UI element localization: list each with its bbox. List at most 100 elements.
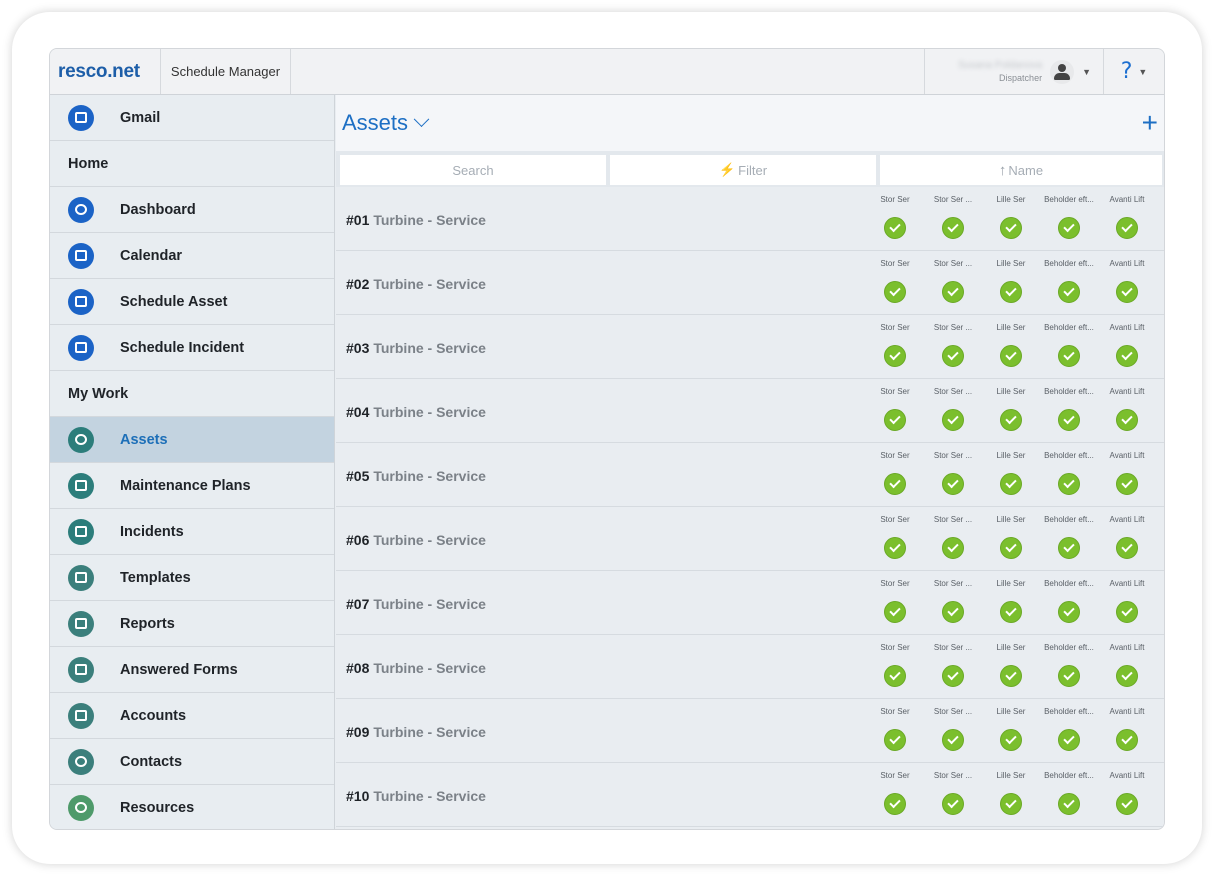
table-row[interactable]: #09 Turbine - Service Stor Ser Stor Ser ...…	[336, 699, 1164, 763]
status-indicator[interactable]: Lille Ser	[982, 515, 1040, 559]
status-caption: Stor Ser ...	[933, 323, 973, 332]
status-indicator[interactable]: Stor Ser ...	[924, 451, 982, 495]
caret-down-icon[interactable]: ▼	[1082, 67, 1091, 77]
view-selector[interactable]: Assets	[342, 110, 430, 136]
check-circle-icon	[884, 537, 906, 559]
table-row[interactable]: #02 Turbine - Service Stor Ser Stor Ser ...…	[336, 251, 1164, 315]
status-indicator[interactable]: Avanti Lift	[1098, 387, 1156, 431]
status-indicator[interactable]: Stor Ser	[866, 387, 924, 431]
status-indicator[interactable]: Lille Ser	[982, 771, 1040, 815]
status-indicator[interactable]: Lille Ser	[982, 323, 1040, 367]
status-caption: Stor Ser	[880, 771, 910, 780]
status-group: Stor Ser Stor Ser ... Lille Ser Beholder ef…	[866, 771, 1156, 815]
sidebar-item-schedule-incident[interactable]: Schedule Incident	[50, 325, 334, 371]
status-indicator[interactable]: Beholder eft...	[1040, 579, 1098, 623]
status-indicator[interactable]: Beholder eft...	[1040, 707, 1098, 751]
status-indicator[interactable]: Avanti Lift	[1098, 707, 1156, 751]
status-indicator[interactable]: Stor Ser ...	[924, 323, 982, 367]
status-indicator[interactable]: Beholder eft...	[1040, 451, 1098, 495]
status-indicator[interactable]: Stor Ser ...	[924, 707, 982, 751]
status-indicator[interactable]: Beholder eft...	[1040, 515, 1098, 559]
table-row[interactable]: #01 Turbine - Service Stor Ser Stor Ser ...…	[336, 187, 1164, 251]
status-indicator[interactable]: Stor Ser ...	[924, 579, 982, 623]
status-indicator[interactable]: Beholder eft...	[1040, 643, 1098, 687]
status-caption: Stor Ser ...	[933, 195, 973, 204]
user-menu[interactable]: Susana Poldanova Dispatcher ▼	[924, 49, 1104, 94]
status-indicator[interactable]: Beholder eft...	[1040, 195, 1098, 239]
user-avatar-icon[interactable]	[1050, 59, 1075, 84]
status-indicator[interactable]: Stor Ser ...	[924, 387, 982, 431]
search-input[interactable]: Search	[340, 155, 606, 185]
help-icon[interactable]: ?	[1121, 59, 1133, 84]
add-button[interactable]: +	[1142, 107, 1158, 139]
status-caption: Lille Ser	[996, 707, 1026, 716]
sidebar-item-accounts[interactable]: Accounts	[50, 693, 334, 739]
status-indicator[interactable]: Stor Ser	[866, 643, 924, 687]
status-indicator[interactable]: Stor Ser ...	[924, 643, 982, 687]
table-row[interactable]: #08 Turbine - Service Stor Ser Stor Ser ...…	[336, 635, 1164, 699]
table-row[interactable]: #03 Turbine - Service Stor Ser Stor Ser ...…	[336, 315, 1164, 379]
status-indicator[interactable]: Avanti Lift	[1098, 771, 1156, 815]
status-indicator[interactable]: Beholder eft...	[1040, 387, 1098, 431]
sort-by-name-button[interactable]: ↑ Name	[880, 155, 1162, 185]
sidebar-item-gmail[interactable]: Gmail	[50, 95, 334, 141]
status-indicator[interactable]: Stor Ser	[866, 771, 924, 815]
status-indicator[interactable]: Avanti Lift	[1098, 195, 1156, 239]
status-indicator[interactable]: Stor Ser	[866, 195, 924, 239]
status-indicator[interactable]: Beholder eft...	[1040, 771, 1098, 815]
resco-logo[interactable]: resco.net	[50, 49, 160, 94]
table-row[interactable]: #06 Turbine - Service Stor Ser Stor Ser ...…	[336, 507, 1164, 571]
status-indicator[interactable]: Stor Ser	[866, 323, 924, 367]
status-indicator[interactable]: Stor Ser ...	[924, 771, 982, 815]
sidebar-item-calendar[interactable]: Calendar	[50, 233, 334, 279]
sidebar-item-resources[interactable]: Resources	[50, 785, 334, 829]
status-indicator[interactable]: Stor Ser	[866, 515, 924, 559]
status-caption: Beholder eft...	[1044, 323, 1094, 332]
table-row[interactable]: #10 Turbine - Service Stor Ser Stor Ser ...…	[336, 763, 1164, 827]
sidebar-item-maintenance-plans[interactable]: Maintenance Plans	[50, 463, 334, 509]
status-indicator[interactable]: Lille Ser	[982, 579, 1040, 623]
sidebar-item-reports[interactable]: Reports	[50, 601, 334, 647]
status-indicator[interactable]: Avanti Lift	[1098, 259, 1156, 303]
status-indicator[interactable]: Avanti Lift	[1098, 643, 1156, 687]
status-indicator[interactable]: Lille Ser	[982, 451, 1040, 495]
asset-label: #10 Turbine - Service	[346, 788, 486, 804]
status-indicator[interactable]: Lille Ser	[982, 387, 1040, 431]
status-indicator[interactable]: Stor Ser ...	[924, 259, 982, 303]
status-indicator[interactable]: Stor Ser	[866, 451, 924, 495]
sidebar-item-assets[interactable]: Assets	[50, 417, 334, 463]
status-indicator[interactable]: Lille Ser	[982, 643, 1040, 687]
sidebar-item-templates[interactable]: Templates	[50, 555, 334, 601]
status-indicator[interactable]: Stor Ser ...	[924, 515, 982, 559]
help-menu[interactable]: ? ▼	[1104, 49, 1164, 94]
status-indicator[interactable]: Lille Ser	[982, 707, 1040, 751]
status-indicator[interactable]: Avanti Lift	[1098, 515, 1156, 559]
status-indicator[interactable]: Avanti Lift	[1098, 579, 1156, 623]
check-circle-icon	[1000, 793, 1022, 815]
filter-button[interactable]: ⚡ Filter	[610, 155, 876, 185]
status-indicator[interactable]: Stor Ser ...	[924, 195, 982, 239]
status-caption: Avanti Lift	[1109, 771, 1145, 780]
status-caption: Beholder eft...	[1044, 579, 1094, 588]
user-name: Susana Poldanova	[958, 60, 1043, 71]
status-indicator[interactable]: Lille Ser	[982, 259, 1040, 303]
status-indicator[interactable]: Stor Ser	[866, 259, 924, 303]
status-indicator[interactable]: Avanti Lift	[1098, 451, 1156, 495]
sidebar-item-answered-forms[interactable]: Answered Forms	[50, 647, 334, 693]
check-circle-icon	[1000, 601, 1022, 623]
status-indicator[interactable]: Lille Ser	[982, 195, 1040, 239]
status-caption: Avanti Lift	[1109, 515, 1145, 524]
status-indicator[interactable]: Beholder eft...	[1040, 323, 1098, 367]
sidebar-item-schedule-asset[interactable]: Schedule Asset	[50, 279, 334, 325]
table-row[interactable]: #05 Turbine - Service Stor Ser Stor Ser ...…	[336, 443, 1164, 507]
status-indicator[interactable]: Avanti Lift	[1098, 323, 1156, 367]
status-indicator[interactable]: Stor Ser	[866, 579, 924, 623]
table-row[interactable]: #07 Turbine - Service Stor Ser Stor Ser ...…	[336, 571, 1164, 635]
status-indicator[interactable]: Stor Ser	[866, 707, 924, 751]
status-indicator[interactable]: Beholder eft...	[1040, 259, 1098, 303]
caret-down-icon[interactable]: ▼	[1138, 67, 1147, 77]
sidebar-item-dashboard[interactable]: Dashboard	[50, 187, 334, 233]
table-row[interactable]: #04 Turbine - Service Stor Ser Stor Ser ...…	[336, 379, 1164, 443]
sidebar-item-incidents[interactable]: Incidents	[50, 509, 334, 555]
sidebar-item-contacts[interactable]: Contacts	[50, 739, 334, 785]
